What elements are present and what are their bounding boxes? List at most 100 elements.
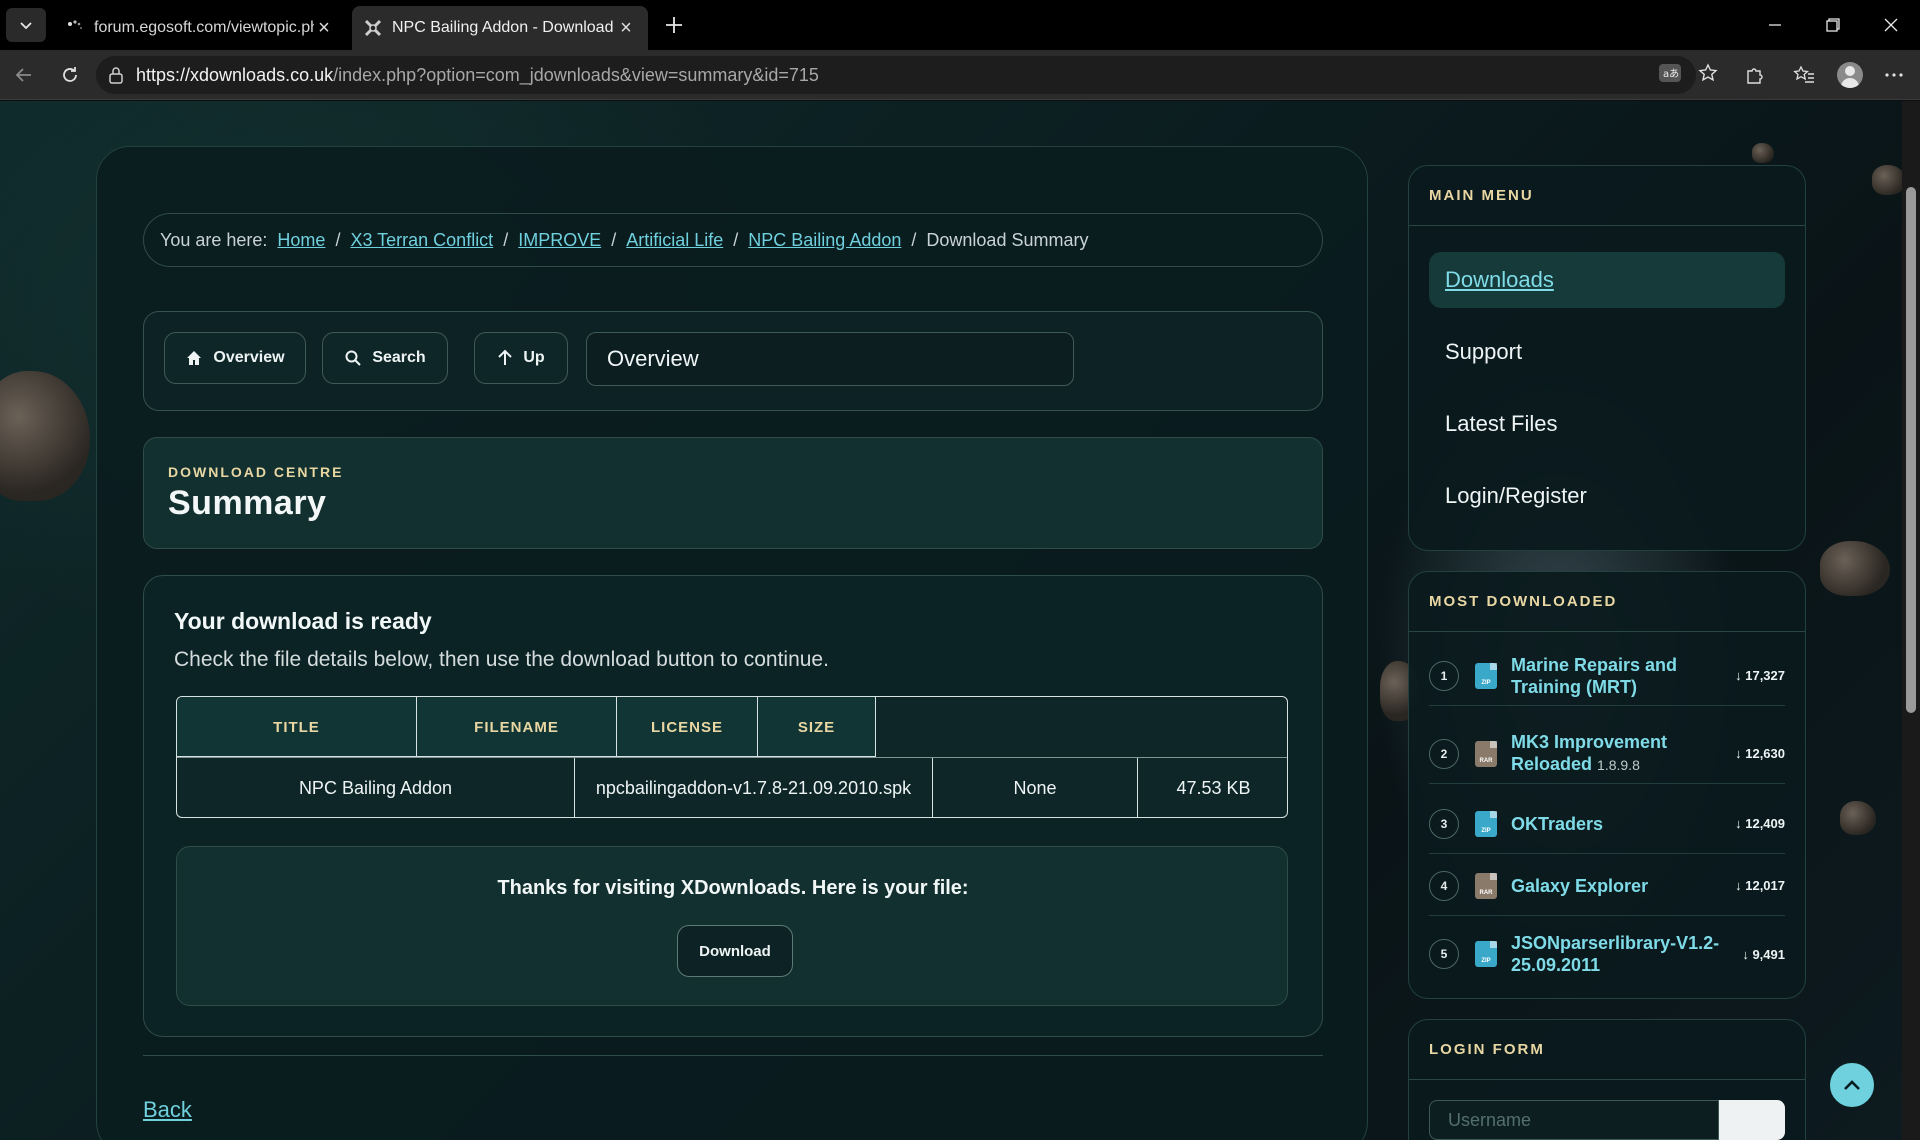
menu-item-login-register[interactable]: Login/Register [1429, 468, 1785, 524]
category-select-value: Overview [607, 346, 699, 371]
new-tab-button[interactable] [656, 8, 692, 42]
rank-badge: 4 [1429, 870, 1459, 901]
list-item[interactable]: 4 RAR Galaxy Explorer ↓ 12,017 [1429, 856, 1785, 916]
avatar [1837, 62, 1863, 88]
ready-subtitle: Check the file details below, then use t… [174, 648, 829, 671]
breadcrumb-prefix: You are here: [160, 229, 268, 250]
breadcrumb-separator: / [733, 229, 739, 250]
translate-button[interactable]: aあ [1656, 59, 1684, 87]
restore-button[interactable] [1804, 0, 1862, 50]
page-kicker: DOWNLOAD CENTRE [168, 464, 344, 480]
close-window-button[interactable] [1862, 0, 1920, 50]
zip-file-icon: ZIP [1475, 941, 1497, 967]
browser-tab-bar: forum.egosoft.com/viewtopic.php? × NPC B… [0, 0, 1920, 50]
download-count: ↓ 17,327 [1735, 668, 1785, 683]
column-header-title: TITLE [177, 697, 417, 757]
asteroid-decoration [1840, 801, 1876, 835]
file-link[interactable]: MK3 Improvement Reloaded 1.8.9.8 [1511, 731, 1735, 776]
breadcrumb-separator: / [611, 229, 617, 250]
breadcrumb-link-improve[interactable]: IMPROVE [518, 230, 601, 251]
puzzle-icon [1747, 68, 1763, 84]
loading-spinner-icon [68, 20, 82, 29]
page-scrollbar[interactable] [1902, 101, 1920, 1140]
overview-button[interactable]: Overview [164, 332, 306, 384]
back-link[interactable]: Back [143, 1097, 192, 1123]
file-link[interactable]: OKTraders [1511, 813, 1735, 835]
tab-title: forum.egosoft.com/viewtopic.php? [94, 19, 314, 36]
extensions-button[interactable] [1738, 59, 1770, 91]
browser-tab-forum[interactable]: forum.egosoft.com/viewtopic.php? × [54, 6, 346, 50]
cell-title: NPC Bailing Addon [177, 758, 575, 817]
rank-badge: 5 [1429, 939, 1459, 969]
column-header-license: LICENSE [617, 697, 758, 757]
page-viewport: You are here: Home / X3 Terran Conflict … [0, 101, 1920, 1140]
close-tab-icon[interactable]: × [314, 17, 334, 40]
file-link[interactable]: JSONparserlibrary-V1.2-25.09.2011 [1511, 932, 1742, 976]
username-input[interactable]: Username [1429, 1100, 1719, 1140]
breadcrumb-current: Download Summary [926, 229, 1089, 250]
menu-item-support[interactable]: Support [1429, 324, 1785, 380]
download-count: ↓ 12,630 [1735, 746, 1785, 761]
main-menu-card: MAIN MENU Downloads Support Latest Files… [1408, 165, 1806, 551]
page-title: Summary [168, 484, 327, 522]
cell-size: 47.53 KB [1176, 778, 1251, 798]
overview-label: Overview [213, 349, 285, 366]
file-link[interactable]: Galaxy Explorer [1511, 875, 1735, 897]
reload-button[interactable] [54, 59, 86, 91]
breadcrumb-link-x3[interactable]: X3 Terran Conflict [350, 230, 493, 251]
minimize-icon [1769, 24, 1781, 26]
favorites-button[interactable] [1788, 59, 1820, 91]
file-link[interactable]: Marine Repairs and Training (MRT) [1511, 654, 1735, 698]
close-tab-icon[interactable]: × [616, 17, 636, 40]
url-field[interactable]: https://xdownloads.co.uk/index.php?optio… [96, 56, 1696, 94]
home-icon [185, 349, 203, 367]
browser-tab-active[interactable]: NPC Bailing Addon - Download Su × [352, 6, 648, 50]
zip-file-icon: ZIP [1475, 810, 1497, 837]
tab-list-button[interactable] [6, 8, 46, 42]
tab-title: NPC Bailing Addon - Download Su [392, 19, 616, 36]
close-icon [1884, 18, 1898, 32]
profile-button[interactable] [1834, 59, 1866, 91]
list-item[interactable]: 1 ZIP Marine Repairs and Training (MRT) … [1429, 646, 1785, 706]
cell-license: None [933, 758, 1138, 817]
rank-badge: 3 [1429, 808, 1459, 839]
menu-item-downloads[interactable]: Downloads [1429, 252, 1785, 308]
table-row: NPC Bailing Addon npcbailingaddon-v1.7.8… [177, 757, 1287, 817]
asteroid-decoration [0, 371, 90, 501]
user-icon-button[interactable] [1719, 1100, 1785, 1140]
breadcrumb-separator: / [503, 229, 509, 250]
chevron-up-icon [1844, 1080, 1860, 1090]
breadcrumb-link-home[interactable]: Home [277, 230, 325, 251]
download-toolbar: Overview Search Up Overview [143, 311, 1323, 411]
ready-heading: Your download is ready [174, 608, 432, 634]
up-button[interactable]: Up [474, 332, 568, 384]
rank-badge: 1 [1429, 660, 1459, 691]
back-button[interactable] [8, 59, 40, 91]
favorite-star-button[interactable] [1694, 59, 1722, 87]
browser-address-bar: https://xdownloads.co.uk/index.php?optio… [0, 50, 1920, 100]
translate-icon: aあ [1659, 64, 1681, 82]
list-item[interactable]: 5 ZIP JSONparserlibrary-V1.2-25.09.2011 … [1429, 924, 1785, 984]
breadcrumb-link-npc-bailing[interactable]: NPC Bailing Addon [748, 230, 901, 251]
list-item[interactable]: 2 RAR MK3 Improvement Reloaded 1.8.9.8 ↓… [1429, 724, 1785, 784]
section-divider [143, 1055, 1323, 1056]
menu-item-latest-files[interactable]: Latest Files [1429, 396, 1785, 452]
more-horizontal-icon [1885, 73, 1903, 77]
arrow-left-icon [15, 68, 31, 82]
list-item[interactable]: 3 ZIP OKTraders ↓ 12,409 [1429, 794, 1785, 854]
breadcrumb-link-artificial-life[interactable]: Artificial Life [626, 230, 723, 251]
scrollbar-thumb[interactable] [1906, 187, 1916, 713]
download-button[interactable]: Download [677, 925, 793, 977]
minimize-button[interactable] [1746, 0, 1804, 50]
download-count: ↓ 9,491 [1742, 946, 1785, 962]
main-content-card: You are here: Home / X3 Terran Conflict … [96, 146, 1368, 1140]
rar-file-icon: RAR [1475, 740, 1497, 767]
search-button[interactable]: Search [322, 332, 448, 384]
category-select[interactable]: Overview [586, 332, 1074, 386]
search-icon [344, 349, 362, 367]
plus-icon [666, 17, 682, 33]
asteroid-decoration [1752, 143, 1774, 163]
lock-icon [109, 67, 123, 84]
scroll-to-top-button[interactable] [1828, 1061, 1876, 1109]
settings-menu-button[interactable] [1878, 59, 1910, 91]
